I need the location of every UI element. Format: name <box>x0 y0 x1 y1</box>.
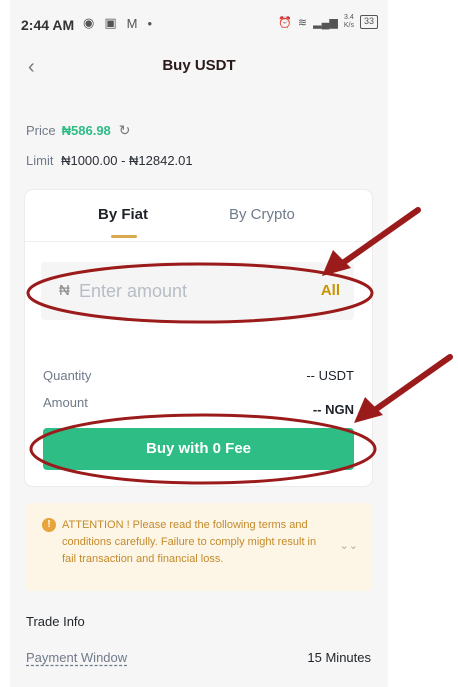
price-label: Price <box>26 123 56 138</box>
signal-icon: ▂▄▆ <box>313 16 338 29</box>
page-header: ‹ Buy USDT <box>10 44 388 90</box>
status-right-icons: ⏰ ≋ ▂▄▆ 3.4 K/s 33 <box>278 14 378 30</box>
price-row: Price ₦586.98 ↻ <box>26 122 131 139</box>
quantity-label: Quantity <box>43 368 92 383</box>
tab-by-crypto[interactable]: By Crypto <box>229 206 295 223</box>
status-time: 2:44 AM <box>21 17 75 33</box>
limit-row: Limit ₦1000.00 - ₦12842.01 <box>26 153 193 168</box>
limit-value: ₦1000.00 - ₦12842.01 <box>61 153 193 168</box>
payment-window-row: Payment Window 15 Minutes <box>26 650 371 665</box>
tab-bar: By Fiat By Crypto <box>25 190 372 242</box>
quantity-row: Quantity -- USDT <box>43 368 354 383</box>
amount-row: Amount -- NGN <box>43 395 354 417</box>
tab-by-fiat[interactable]: By Fiat <box>98 206 148 223</box>
trade-info-heading: Trade Info <box>26 614 85 629</box>
network-speed: 3.4 K/s <box>344 14 354 30</box>
amount-value: -- NGN <box>312 402 354 417</box>
all-button[interactable]: All <box>321 282 340 299</box>
sms-icon: ▣ <box>104 15 117 30</box>
attention-text: ATTENTION ! Please read the following te… <box>62 519 317 565</box>
net-speed-unit: K/s <box>343 22 354 29</box>
amount-label: Amount <box>43 395 88 410</box>
active-tab-indicator <box>111 235 137 238</box>
mail-icon: M <box>126 15 138 31</box>
app-screen: 2:44 AM ◉ ▣ M • ⏰ ≋ ▂▄▆ 3.4 K/s 33 ‹ Buy… <box>10 0 388 687</box>
net-speed-value: 3.4 <box>344 14 354 21</box>
chevron-down-icon[interactable]: ⌄⌄ <box>340 539 358 552</box>
price-value: ₦586.98 <box>61 123 111 138</box>
amount-field: ₦ All <box>41 262 354 320</box>
battery-icon: 33 <box>359 15 378 29</box>
amount-input[interactable] <box>79 276 279 306</box>
app-notification-icon: ◉ <box>83 15 95 30</box>
payment-window-label[interactable]: Payment Window <box>26 650 127 665</box>
quantity-value: -- USDT <box>306 368 354 383</box>
more-dot-icon: • <box>147 15 153 31</box>
alarm-icon: ⏰ <box>278 16 292 29</box>
limit-label: Limit <box>26 153 54 168</box>
buy-button[interactable]: Buy with 0 Fee <box>43 428 354 470</box>
currency-symbol: ₦ <box>59 282 70 299</box>
warning-icon: ! <box>42 518 56 532</box>
page-title: Buy USDT <box>162 57 236 74</box>
refresh-icon[interactable]: ↻ <box>119 122 131 139</box>
wifi-icon: ≋ <box>297 16 308 29</box>
status-bar: 2:44 AM ◉ ▣ M • ⏰ ≋ ▂▄▆ 3.4 K/s 33 <box>10 0 388 44</box>
buy-card: By Fiat By Crypto ₦ All Quantity -- USDT… <box>25 190 372 486</box>
payment-window-value: 15 Minutes <box>307 650 371 665</box>
status-left-icons: ◉ ▣ M • <box>83 15 152 31</box>
attention-notice: ! ATTENTION ! Please read the following … <box>26 503 372 591</box>
